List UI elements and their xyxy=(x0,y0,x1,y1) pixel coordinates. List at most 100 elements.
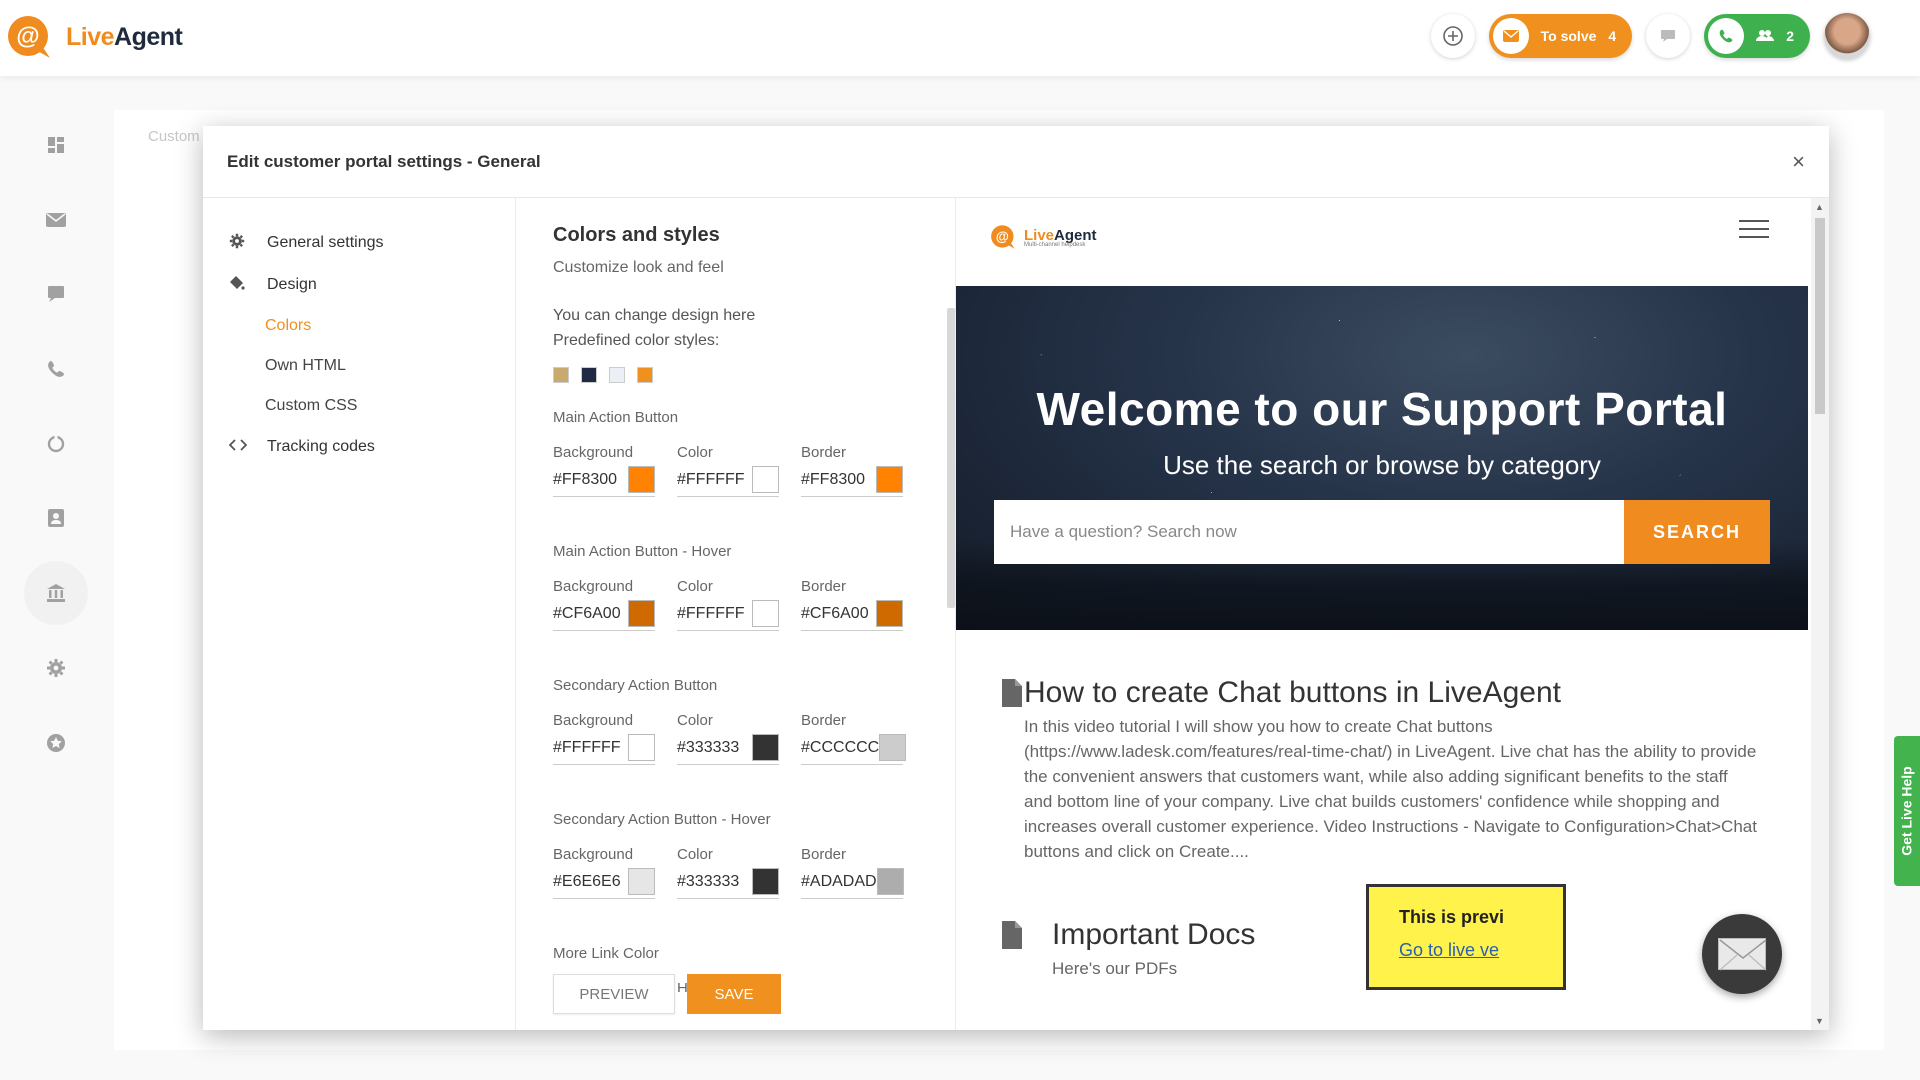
color-input[interactable]: #FFFFFF xyxy=(677,599,779,631)
envelope-icon xyxy=(1718,938,1767,971)
code-icon xyxy=(228,438,267,457)
color-input[interactable]: #333333 xyxy=(677,867,779,899)
close-icon[interactable]: × xyxy=(1792,149,1805,175)
save-button[interactable]: SAVE xyxy=(687,974,781,1014)
preview-scroll-thumb[interactable] xyxy=(1815,218,1825,414)
portal-logo-live-word: Live xyxy=(1024,226,1055,244)
border-label: Border xyxy=(801,712,847,729)
document-icon xyxy=(1000,676,1024,864)
color-swatch[interactable] xyxy=(752,868,779,895)
document-icon xyxy=(1000,918,1052,981)
predefined-style-swatch[interactable] xyxy=(609,367,625,383)
portal-search-button[interactable]: SEARCH xyxy=(1624,500,1770,564)
menu-general-settings[interactable]: General settings xyxy=(203,222,515,264)
border-input[interactable]: #ADADAD xyxy=(801,867,904,899)
add-button[interactable] xyxy=(1430,14,1475,58)
border-swatch[interactable] xyxy=(876,466,903,493)
background-swatch[interactable] xyxy=(628,868,655,895)
background-label: Background xyxy=(553,846,634,863)
color-value: #333333 xyxy=(677,738,740,756)
menu-design[interactable]: Design xyxy=(203,264,515,306)
hamburger-menu-icon[interactable] xyxy=(1739,220,1769,244)
portal-search-input[interactable] xyxy=(994,500,1624,564)
color-color-field[interactable]: Color #FFFFFF xyxy=(677,578,779,631)
colors-scroll-area[interactable]: Colors and styles Customize look and fee… xyxy=(553,224,955,992)
border-color-field[interactable]: Border #FF8300 xyxy=(801,444,903,497)
border-input[interactable]: #FF8300 xyxy=(801,465,903,497)
color-swatch[interactable] xyxy=(752,600,779,627)
color-color-field[interactable]: Color #FFFFFF xyxy=(677,444,779,497)
to-solve-button[interactable]: To solve 4 xyxy=(1488,14,1633,58)
preview-button[interactable]: PREVIEW xyxy=(553,974,675,1014)
article-content: How to create Chat buttons in LiveAgent … xyxy=(1024,676,1760,864)
border-color-field[interactable]: Border #CF6A00 xyxy=(801,578,903,631)
menu-design-label: Design xyxy=(267,276,317,293)
border-label: Border xyxy=(801,444,847,461)
article-title[interactable]: Important Docs xyxy=(1052,918,1255,952)
background-value: #FFFFFF xyxy=(553,738,621,756)
color-label: Color xyxy=(677,578,713,595)
border-input[interactable]: #CF6A00 xyxy=(801,599,903,631)
to-solve-count: 4 xyxy=(1608,28,1617,44)
color-group-row: Background #FFFFFF Color #333333 Border #CCCC… xyxy=(553,712,955,765)
predefined-style-swatch[interactable] xyxy=(553,367,569,383)
color-swatch[interactable] xyxy=(752,734,779,761)
border-swatch[interactable] xyxy=(879,734,907,761)
background-label: Background xyxy=(553,578,634,595)
chat-widget-button[interactable] xyxy=(1702,914,1782,994)
background-label: Background xyxy=(553,444,634,461)
background-swatch[interactable] xyxy=(628,466,655,493)
border-swatch[interactable] xyxy=(876,868,904,895)
color-color-field[interactable]: Color #333333 xyxy=(677,712,779,765)
predefined-style-swatch[interactable] xyxy=(581,367,597,383)
article-title[interactable]: How to create Chat buttons in LiveAgent xyxy=(1024,676,1760,710)
go-to-live-version-link[interactable]: Go to live ve xyxy=(1399,940,1563,961)
colors-scrollbar[interactable] xyxy=(947,308,955,608)
border-label: Border xyxy=(801,578,847,595)
scroll-up-arrow-icon[interactable]: ▲ xyxy=(1815,202,1824,212)
get-live-help-tab[interactable]: Get Live Help xyxy=(1894,736,1920,886)
preview-scrollbar[interactable]: ▲ ▼ xyxy=(1811,198,1829,1030)
menu-own-html[interactable]: Own HTML xyxy=(203,346,515,386)
liveagent-logo[interactable]: @ LiveAgent xyxy=(6,14,183,60)
colors-actions: PREVIEW SAVE xyxy=(553,974,781,1014)
article-item[interactable]: How to create Chat buttons in LiveAgent … xyxy=(1000,676,1760,864)
background-color-field[interactable]: Background #CF6A00 xyxy=(553,578,655,631)
menu-custom-css[interactable]: Custom CSS xyxy=(203,386,515,426)
border-color-field[interactable]: Border #ADADAD xyxy=(801,846,904,899)
menu-tracking-codes[interactable]: Tracking codes xyxy=(203,426,515,468)
article-text: In this video tutorial I will show you h… xyxy=(1024,717,1757,861)
article-row: How to create Chat buttons in LiveAgent … xyxy=(1000,676,1760,864)
background-color-field[interactable]: Background #FF8300 xyxy=(553,444,655,497)
border-swatch[interactable] xyxy=(876,600,903,627)
background-input[interactable]: #FF8300 xyxy=(553,465,655,497)
color-value: #333333 xyxy=(677,872,740,890)
color-swatch[interactable] xyxy=(752,466,779,493)
background-input[interactable]: #E6E6E6 xyxy=(553,867,655,899)
scroll-down-arrow-icon[interactable]: ▼ xyxy=(1815,1016,1824,1026)
background-color-field[interactable]: Background #FFFFFF xyxy=(553,712,655,765)
background-color-field[interactable]: Background #E6E6E6 xyxy=(553,846,655,899)
phone-status-button[interactable]: 2 xyxy=(1704,14,1810,58)
border-input[interactable]: #CCCCCC xyxy=(801,733,907,765)
border-color-field[interactable]: Border #CCCCCC xyxy=(801,712,907,765)
color-input[interactable]: #333333 xyxy=(677,733,779,765)
menu-colors[interactable]: Colors xyxy=(203,306,515,346)
color-color-field[interactable]: Color #333333 xyxy=(677,846,779,899)
user-avatar[interactable] xyxy=(1824,13,1870,59)
phone-icon xyxy=(1708,18,1745,54)
plus-circle-icon xyxy=(1442,26,1463,46)
color-group-title: Secondary Action Button - Hover xyxy=(553,811,771,828)
portal-logo[interactable]: @ LiveAgent Multi-channel helpdesk xyxy=(990,224,1097,250)
color-group-title: Main Action Button - Hover xyxy=(553,543,732,560)
portal-logo-text: LiveAgent xyxy=(1024,227,1097,244)
background-input[interactable]: #CF6A00 xyxy=(553,599,655,631)
background-swatch[interactable] xyxy=(628,734,655,761)
background-input[interactable]: #FFFFFF xyxy=(553,733,655,765)
predefined-style-swatch[interactable] xyxy=(637,367,653,383)
chat-status-button[interactable] xyxy=(1646,14,1691,58)
hero-title: Welcome to our Support Portal xyxy=(1036,383,1728,435)
gear-icon xyxy=(229,233,267,254)
color-input[interactable]: #FFFFFF xyxy=(677,465,779,497)
background-swatch[interactable] xyxy=(628,600,655,627)
